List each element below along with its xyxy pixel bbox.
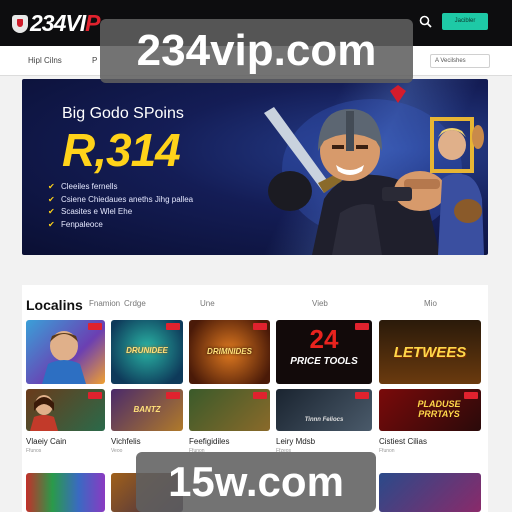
banner-bullet: ✔ Fenpaleoce xyxy=(48,219,193,232)
tab-4[interactable]: Vieb xyxy=(312,299,328,308)
banner-title: Big Godo SPoins xyxy=(62,105,184,122)
game-tile-title: PRICE TOOLS xyxy=(290,356,358,367)
hot-badge xyxy=(166,392,180,399)
game-tile-title: Tinnn Feliocs xyxy=(304,417,344,423)
game-name[interactable]: Vichfelis xyxy=(111,437,141,446)
tab-2[interactable]: Crdge xyxy=(124,299,146,308)
watermark-bottom: 15w.com xyxy=(136,452,376,512)
banner-bullet: ✔ Cleeiles fernells xyxy=(48,181,193,194)
game-provider: Ffunos xyxy=(26,448,42,454)
hot-badge xyxy=(355,392,369,399)
hot-badge xyxy=(166,323,180,330)
game-tile[interactable]: DRUNIDEE xyxy=(111,320,183,384)
game-tile[interactable]: PLADUSE PRRTAYS xyxy=(379,389,481,431)
check-icon: ✔ xyxy=(48,194,55,204)
game-tile-title: LETWEES xyxy=(393,344,467,361)
banner-bullet: ✔ Scasites e Wlel Ehe xyxy=(48,206,193,219)
hot-badge xyxy=(88,392,102,399)
game-name[interactable]: Cistiest Cilias xyxy=(379,437,427,446)
nav-item-2[interactable]: P xyxy=(92,56,97,65)
signup-button[interactable]: Jacibler xyxy=(442,13,488,30)
nav-item-1[interactable]: Hipl Cilns xyxy=(28,56,62,65)
game-tile[interactable]: BANTZ xyxy=(111,389,183,431)
game-tile[interactable]: 24 PRICE TOOLS xyxy=(276,320,372,384)
game-tile[interactable] xyxy=(26,389,105,431)
hot-badge xyxy=(464,392,478,399)
hot-badge xyxy=(355,323,369,330)
game-name[interactable]: Leiry Mdsb xyxy=(276,437,315,446)
hot-badge xyxy=(253,392,267,399)
game-name[interactable]: Feefigidiles xyxy=(189,437,229,446)
tab-1[interactable]: Fnamion xyxy=(89,299,120,308)
watermark-top: 234vip.com xyxy=(100,19,413,83)
tab-3[interactable]: Une xyxy=(200,299,215,308)
banner-amount: R,314 xyxy=(62,124,181,176)
logo-text: 234VIP xyxy=(30,10,100,36)
nav-filter-pill[interactable]: A Vecilshes xyxy=(430,54,490,68)
game-tile[interactable]: LETWEES xyxy=(379,320,481,384)
hot-badge xyxy=(253,323,267,330)
site-logo[interactable]: 234VIP xyxy=(12,10,100,37)
tab-5[interactable]: Mio xyxy=(424,299,437,308)
game-tile[interactable]: Tinnn Feliocs xyxy=(276,389,372,431)
hero-warrior-illustration xyxy=(264,85,484,255)
game-tile[interactable] xyxy=(26,473,105,512)
check-icon: ✔ xyxy=(48,207,55,216)
game-tile[interactable] xyxy=(189,389,270,431)
game-tile-title: DRUNIDEE xyxy=(126,346,168,355)
game-provider: Ffunon xyxy=(379,448,395,454)
game-tile-title: PLADUSE PRRTAYS xyxy=(417,399,461,419)
game-name[interactable]: Vlaeiy Cain xyxy=(26,437,66,446)
game-tile-title: BANTZ xyxy=(133,405,161,414)
game-tile[interactable] xyxy=(26,320,105,384)
game-tile[interactable] xyxy=(379,473,481,512)
section-title: Localins xyxy=(26,297,83,313)
check-icon: ✔ xyxy=(48,219,55,229)
search-icon[interactable] xyxy=(418,14,434,30)
game-tile-title: DRIMNIDES xyxy=(207,347,252,356)
banner-bullet: ✔ Csiene Chiedaues aneths Jihg pallea xyxy=(48,194,193,207)
shield-logo-icon xyxy=(12,14,28,33)
banner-bullet-list: ✔ Cleeiles fernells ✔ Csiene Chiedaues ane… xyxy=(48,181,193,231)
promo-banner[interactable]: Big Godo SPoins R,314 ✔ Cleeiles fernells… xyxy=(22,79,488,255)
game-provider: Veoo xyxy=(111,448,123,454)
hot-badge xyxy=(88,323,102,330)
check-icon: ✔ xyxy=(48,182,55,191)
game-tile[interactable]: DRIMNIDES xyxy=(189,320,270,384)
